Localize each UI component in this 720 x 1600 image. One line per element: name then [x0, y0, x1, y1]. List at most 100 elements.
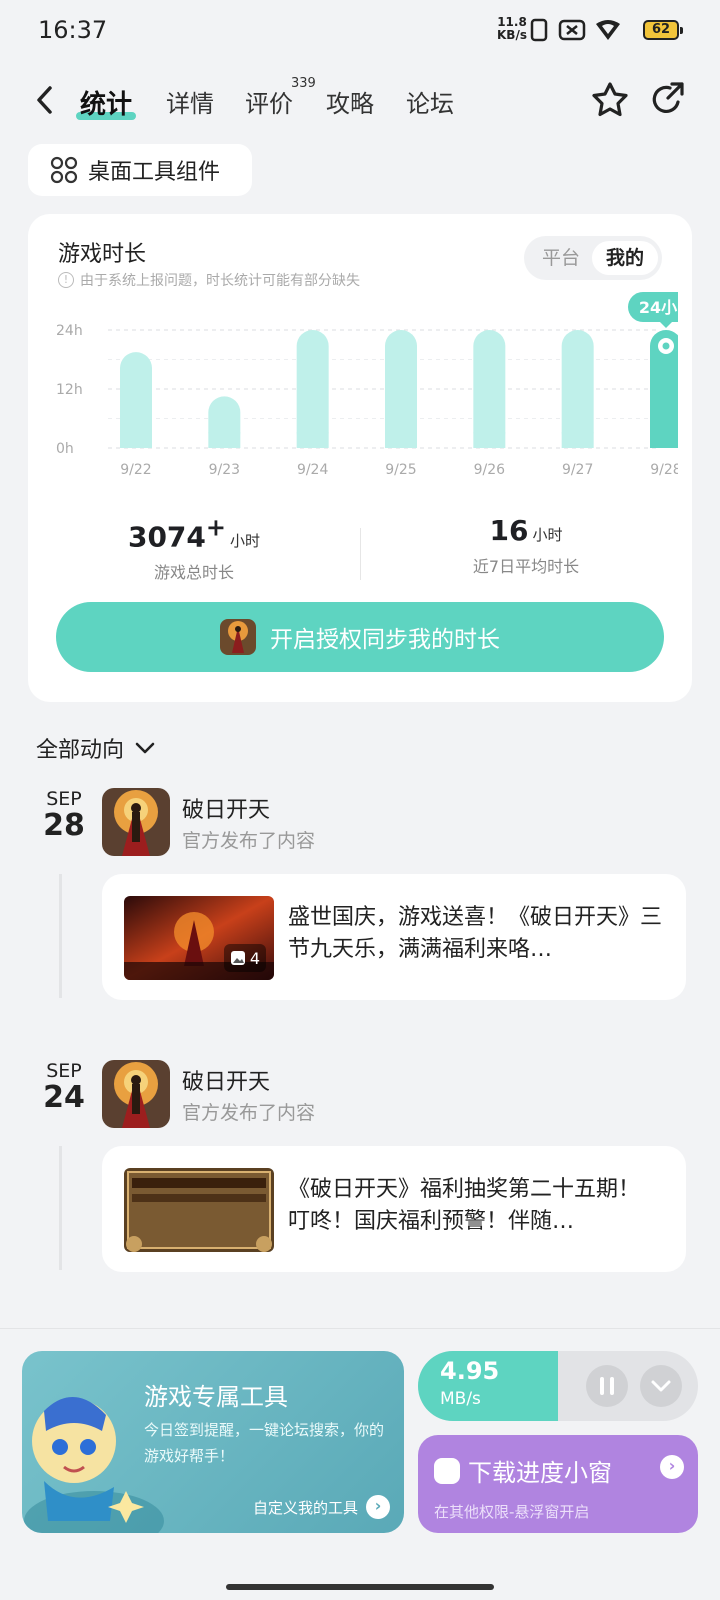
- filter-label: 全部动向: [36, 738, 125, 763]
- post-thumbnail: [124, 1168, 274, 1252]
- chevron-down-icon[interactable]: [640, 1365, 682, 1407]
- stat-total-plus: +: [205, 514, 227, 542]
- tooltip-label: 24小时: [639, 298, 678, 317]
- pause-icon[interactable]: [586, 1365, 628, 1407]
- playtime-stats: 3074+ 小时 游戏总时长 16 小时 近7日平均时长: [28, 514, 692, 584]
- playtime-card: 游戏时长 ! 由于系统上报问题，时长统计可能有部分缺失 平台 我的 0h 12h 2…: [28, 214, 692, 702]
- bottom-panel: 游戏专属工具 今日签到提醒，一键论坛搜索，你的游戏好帮手！ 自定义我的工具 › …: [0, 1328, 720, 1600]
- tab-details[interactable]: 详情: [166, 84, 214, 119]
- bar-base: [473, 432, 506, 448]
- float-window-subtitle: 在其他权限-悬浮窗开启: [434, 1503, 590, 1521]
- tab-reviews[interactable]: 评价: [245, 84, 293, 119]
- tab-guides[interactable]: 攻略: [326, 84, 374, 119]
- customize-tools-link[interactable]: 自定义我的工具 ›: [253, 1495, 390, 1519]
- bar-base: [385, 432, 417, 448]
- tooltip-pointer: [660, 322, 672, 328]
- grid-icon: [50, 156, 78, 184]
- customize-tools-label: 自定义我的工具: [252, 1498, 358, 1517]
- no-sim-icon: [558, 19, 586, 41]
- x-tick-label: 9/23: [209, 462, 240, 478]
- net-speed: 11.8 KB/s: [497, 16, 527, 42]
- bar-base: [296, 432, 329, 448]
- toggle-platform[interactable]: 平台: [528, 241, 594, 275]
- share-icon[interactable]: [648, 80, 688, 120]
- bar-base: [650, 432, 678, 448]
- note-text: 由于系统上报问题，时长统计可能有部分缺失: [80, 273, 360, 289]
- stat-total-unit: 小时: [230, 532, 261, 551]
- star-icon[interactable]: [590, 80, 630, 120]
- game-avatar[interactable]: [102, 1060, 170, 1128]
- stat-average: 16 小时 近7日平均时长: [360, 514, 692, 577]
- bar: [561, 330, 594, 448]
- feed-action: 官方发布了内容: [182, 830, 316, 852]
- desktop-widget-button[interactable]: 桌面工具组件: [28, 144, 252, 196]
- feed-date: SEP 24: [40, 1060, 88, 1114]
- tools-title: 游戏专属工具: [144, 1383, 288, 1411]
- x-tick-label: 9/28: [650, 462, 678, 478]
- net-speed-unit: KB/s: [497, 28, 527, 42]
- x-tick-label: 9/26: [474, 462, 506, 478]
- bar-base: [208, 432, 241, 448]
- feed-date: SEP 28: [40, 788, 88, 842]
- sync-playtime-button[interactable]: 开启授权同步我的时长: [56, 602, 664, 672]
- data-missing-note: ! 由于系统上报问题，时长统计可能有部分缺失: [58, 270, 360, 290]
- bar-base: [120, 432, 152, 448]
- chevron-right-icon[interactable]: ›: [660, 1455, 684, 1479]
- highlight-dot-center: [662, 342, 670, 350]
- y-tick-label: 24h: [56, 323, 83, 339]
- x-tick-label: 9/27: [562, 462, 593, 478]
- post-thumbnail: 4: [124, 896, 274, 980]
- feed-post[interactable]: 《破日开天》福利抽奖第二十五期！ 叮咚！国庆福利预警！伴随…: [102, 1146, 686, 1272]
- status-time: 16:37: [38, 16, 108, 44]
- bar-base: [561, 432, 594, 448]
- post-text: 《破日开天》福利抽奖第二十五期！ 叮咚！国庆福利预警！伴随…: [288, 1177, 641, 1234]
- info-icon: !: [58, 272, 74, 288]
- stat-total-value: 3074: [127, 520, 206, 554]
- post-text: 盛世国庆，游戏送喜！《破日开天》三节九天乐，满满福利来咯…: [288, 905, 663, 962]
- chevron-right-icon: ›: [366, 1495, 390, 1519]
- source-toggle: 平台 我的: [524, 236, 662, 280]
- home-indicator[interactable]: [226, 1584, 494, 1590]
- feed-month: SEP: [46, 1060, 82, 1082]
- status-bar: 16:37 11.8 KB/s 62: [0, 0, 720, 64]
- x-tick-label: 9/24: [297, 462, 329, 478]
- vibrate-icon: [530, 18, 548, 42]
- timeline-line: [59, 874, 62, 998]
- download-float-window-card[interactable]: 下载进度小窗 在其他权限-悬浮窗开启 ›: [418, 1435, 698, 1533]
- y-tick-label: 0h: [56, 441, 74, 457]
- tab-forum[interactable]: 论坛: [406, 84, 454, 119]
- sync-button-label: 开启授权同步我的时长: [270, 627, 500, 653]
- float-window-title: 下载进度小窗: [468, 1459, 612, 1487]
- x-tick-label: 9/22: [120, 462, 151, 478]
- stat-avg-value: 16: [489, 514, 529, 547]
- feed-month: SEP: [46, 788, 82, 810]
- float-window-title-row: 下载进度小窗: [434, 1453, 612, 1488]
- download-speed-unit: MB/s: [440, 1389, 481, 1409]
- toggle-mine[interactable]: 我的: [592, 241, 658, 275]
- feed-day: 28: [43, 808, 85, 843]
- bar: [473, 330, 506, 448]
- stat-avg-label: 近7日平均时长: [472, 557, 580, 576]
- activity-filter-dropdown[interactable]: 全部动向: [36, 732, 156, 764]
- stat-total: 3074+ 小时 游戏总时长: [28, 514, 360, 583]
- feed-post[interactable]: 4 盛世国庆，游戏送喜！《破日开天》三节九天乐，满满福利来咯…: [102, 874, 686, 1000]
- y-tick-label: 12h: [56, 382, 83, 398]
- game-name[interactable]: 破日开天: [182, 792, 270, 824]
- game-thumbnail-small: [220, 619, 256, 655]
- game-avatar[interactable]: [102, 788, 170, 856]
- back-arrow-icon[interactable]: [30, 82, 60, 118]
- tab-stats[interactable]: 统计: [80, 84, 132, 121]
- battery-indicator: 62: [643, 20, 683, 40]
- game-name[interactable]: 破日开天: [182, 1064, 270, 1096]
- stat-avg-unit: 小时: [532, 526, 563, 544]
- wifi-icon: [596, 20, 620, 40]
- image-count: 4: [249, 948, 260, 968]
- tools-description: 今日签到提醒，一键论坛搜索，你的游戏好帮手！: [144, 1421, 385, 1465]
- game-tools-card[interactable]: 游戏专属工具 今日签到提醒，一键论坛搜索，你的游戏好帮手！ 自定义我的工具 ›: [22, 1351, 404, 1533]
- card-title: 游戏时长: [58, 242, 147, 267]
- playtime-bar-chart: 0h 12h 24h 9/22 9/23 9/24 9/25 9/26 9/27 9/28 24小时: [56, 292, 678, 478]
- download-speed-value: 4.95: [440, 1357, 500, 1385]
- bar: [296, 330, 329, 448]
- image-count-badge: 4: [223, 944, 266, 972]
- feed-action: 官方发布了内容: [182, 1102, 316, 1124]
